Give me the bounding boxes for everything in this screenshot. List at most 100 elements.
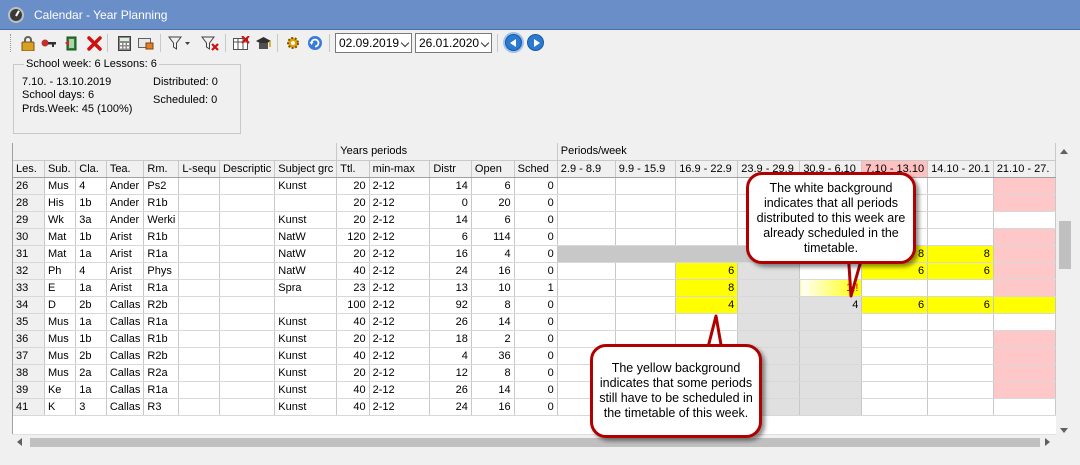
grid-cell[interactable]: 12: [429, 364, 472, 382]
grid-cell[interactable]: [178, 296, 220, 314]
table-row[interactable]: 33E1aAristR1aSpra232-121310181!!: [13, 279, 1056, 297]
grid-cell[interactable]: Kunst: [274, 398, 338, 416]
grid-cell[interactable]: 16: [471, 398, 515, 416]
horizontal-scrollbar[interactable]: [12, 434, 1056, 449]
grid-cell[interactable]: 0: [514, 228, 558, 246]
week-cell[interactable]: [927, 228, 994, 246]
key-icon[interactable]: [40, 34, 58, 52]
grid-cell[interactable]: 2-12: [369, 296, 431, 314]
grid-cell[interactable]: [219, 330, 276, 348]
grid-cell[interactable]: 3a: [75, 211, 107, 229]
grid-cell[interactable]: 2-12: [369, 211, 431, 229]
grid-cell[interactable]: NatW: [274, 245, 338, 263]
exit-icon[interactable]: [63, 34, 81, 52]
table-row[interactable]: 35 Mus 1a Callas R1a Kunst 40 2-12 26 14 0: [13, 313, 1056, 331]
lock-icon[interactable]: [19, 34, 37, 52]
scroll-thumb[interactable]: [30, 438, 1040, 447]
week-cell[interactable]: [615, 279, 677, 297]
grid-cell[interactable]: 40: [336, 313, 370, 331]
grid-cell[interactable]: Kunst: [274, 211, 338, 229]
scroll-left-icon[interactable]: [17, 438, 22, 446]
grid-cell[interactable]: Ander: [106, 177, 145, 195]
week-cell[interactable]: [993, 177, 1056, 195]
grid-cell[interactable]: 18: [429, 330, 472, 348]
grid-cell[interactable]: 37: [13, 347, 45, 365]
grid-cell[interactable]: 14: [471, 381, 515, 399]
week-cell[interactable]: [993, 347, 1056, 365]
grid-cell[interactable]: Mus: [44, 313, 77, 331]
grid-cell[interactable]: 40: [336, 347, 370, 365]
week-cell[interactable]: [557, 313, 616, 331]
grid-cell[interactable]: Callas: [106, 313, 145, 331]
week-cell[interactable]: [615, 313, 677, 331]
week-column-header[interactable]: 21.10 - 27.: [993, 160, 1056, 178]
grid-cell[interactable]: 14: [429, 211, 472, 229]
week-cell[interactable]: [927, 279, 994, 297]
grid-cell[interactable]: 32: [13, 262, 45, 280]
grid-cell[interactable]: 6: [471, 177, 515, 195]
grid-cell[interactable]: NatW: [274, 262, 338, 280]
grid-cell[interactable]: 35: [13, 313, 45, 331]
grid-cell[interactable]: Arist: [106, 279, 145, 297]
week-cell[interactable]: [927, 381, 994, 399]
grid-cell[interactable]: 14: [429, 177, 472, 195]
column-header[interactable]: Ttl.: [336, 160, 370, 178]
grid-cell[interactable]: His: [44, 194, 77, 212]
grid-cell[interactable]: [219, 381, 276, 399]
grid-cell[interactable]: 16: [471, 262, 515, 280]
scroll-thumb[interactable]: [1059, 221, 1071, 269]
grid-cell[interactable]: Callas: [106, 296, 145, 314]
filter-clear-icon[interactable]: [201, 34, 219, 52]
grid-cell[interactable]: R1b: [143, 330, 180, 348]
week-cell[interactable]: [993, 330, 1056, 348]
grid-cell[interactable]: 24: [429, 262, 472, 280]
grid-cell[interactable]: Ps2: [143, 177, 180, 195]
grid-cell[interactable]: Arist: [106, 228, 145, 246]
grid-cell[interactable]: 4: [75, 262, 107, 280]
grid-cell[interactable]: 2-12: [369, 364, 431, 382]
grid-cell[interactable]: Kunst: [274, 381, 338, 399]
grid-cell[interactable]: 34: [13, 296, 45, 314]
grid-cell[interactable]: Kunst: [274, 330, 338, 348]
grid-cell[interactable]: R2b: [143, 296, 180, 314]
grid-cell[interactable]: 2-12: [369, 262, 431, 280]
week-cell[interactable]: [615, 245, 677, 263]
week-cell[interactable]: [615, 228, 677, 246]
grid-cell[interactable]: 2-12: [369, 194, 431, 212]
grid-cell[interactable]: Werki: [143, 211, 180, 229]
week-cell[interactable]: [993, 211, 1056, 229]
grid-cell[interactable]: 41: [13, 398, 45, 416]
grid-cell[interactable]: 1a: [75, 279, 107, 297]
grid-cell[interactable]: Phys: [143, 262, 180, 280]
grid-cell[interactable]: Mat: [44, 245, 77, 263]
grid-cell[interactable]: [178, 313, 220, 331]
grid-cell[interactable]: 0: [514, 296, 558, 314]
grid-cell[interactable]: 2-12: [369, 177, 431, 195]
grid-cell[interactable]: 0: [514, 381, 558, 399]
week-cell[interactable]: [557, 211, 616, 229]
grid-cell[interactable]: 26: [13, 177, 45, 195]
grid-cell[interactable]: 0: [514, 245, 558, 263]
grid-cell[interactable]: [178, 262, 220, 280]
week-cell[interactable]: [557, 279, 616, 297]
grid-cell[interactable]: 1b: [75, 228, 107, 246]
grid-cell[interactable]: 20: [336, 330, 370, 348]
grid-cell[interactable]: Callas: [106, 330, 145, 348]
grid-cell[interactable]: 1: [514, 279, 558, 297]
grid-cell[interactable]: Arist: [106, 245, 145, 263]
grid-cell[interactable]: 0: [514, 177, 558, 195]
grid-cell[interactable]: 20: [336, 245, 370, 263]
grid-cell[interactable]: 20: [471, 194, 515, 212]
column-header[interactable]: Cla.: [75, 160, 107, 178]
grid-cell[interactable]: [219, 313, 276, 331]
table-row[interactable]: 39 Ke 1a Callas R1a Kunst 40 2-12 26 14 0: [13, 381, 1056, 399]
grid-cell[interactable]: 6: [471, 211, 515, 229]
week-cell[interactable]: [993, 381, 1056, 399]
week-column-header[interactable]: 14.10 - 20.1: [927, 160, 994, 178]
week-cell[interactable]: [557, 296, 616, 314]
grid-cell[interactable]: 100: [336, 296, 370, 314]
grid-cell[interactable]: 2-12: [369, 228, 431, 246]
grid-cell[interactable]: 39: [13, 381, 45, 399]
grid-cell[interactable]: R1b: [143, 228, 180, 246]
week-cell[interactable]: [675, 194, 739, 212]
